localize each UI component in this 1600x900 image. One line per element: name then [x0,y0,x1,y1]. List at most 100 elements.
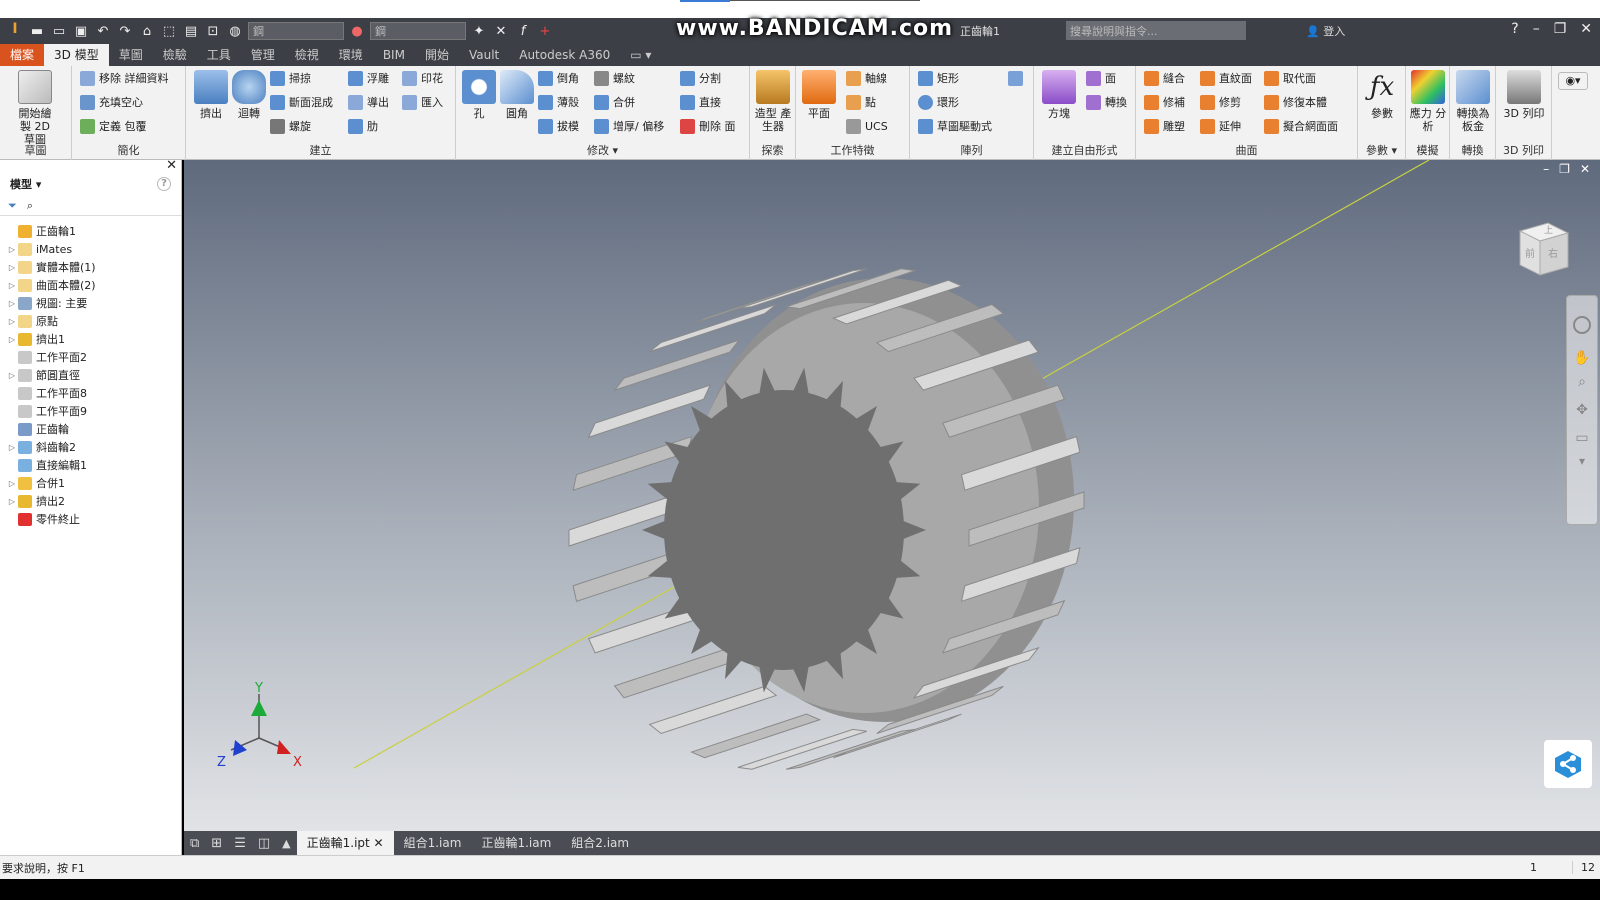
material-select[interactable]: 鋼 [248,22,344,40]
restore-icon[interactable]: ❐ [1554,21,1567,37]
orbit-icon[interactable]: ✥ [1567,402,1597,418]
select-icon[interactable]: ⬚ [160,22,178,40]
axis-button[interactable]: 軸線 [846,68,887,88]
panel-parameters-label[interactable]: 參數 ▾ [1358,142,1405,158]
expand-icon[interactable]: ▷ [6,371,18,380]
tab-3[interactable]: 檢驗 [153,44,197,66]
fit-mesh-face-button[interactable]: 擬合網面面 [1264,116,1338,136]
expand-icon[interactable]: ▷ [6,317,18,326]
tree-node[interactable]: ▷ 曲面本體(2) [6,276,181,294]
chamfer-button[interactable]: 倒角 [538,68,579,88]
expand-icon[interactable]: ▷ [6,443,18,452]
ribbon-options-icon[interactable]: ◉▾ [1558,72,1588,90]
appearance-icon[interactable]: ● [348,22,366,40]
look-at-icon[interactable]: ▭ [1567,430,1597,446]
new-icon[interactable]: ▬ [28,22,46,40]
replace-face-button[interactable]: 取代面 [1264,68,1316,88]
derive-button[interactable]: 導出 [348,92,389,112]
shape-generator-button[interactable]: 造型 產生器 [752,70,794,133]
tree-node[interactable]: ▷ 擠出1 [6,330,181,348]
split-button[interactable]: 分割 [680,68,721,88]
tree-node[interactable]: ▷ 合併1 [6,474,181,492]
emboss-button[interactable]: 浮雕 [348,68,389,88]
parameters-button[interactable]: ƒx 參數 [1361,70,1403,120]
tab-2[interactable]: 草圖 [109,44,153,66]
tree-node[interactable]: 工作平面8 [6,384,181,402]
start-2d-sketch-button[interactable]: 開始繪製 2D 草圖 [14,70,56,146]
thread-button[interactable]: 螺紋 [594,68,635,88]
appearance-select[interactable]: 鋼 [370,22,466,40]
update-icon[interactable]: ▤ [182,22,200,40]
adjust-icon[interactable]: ✦ [470,22,488,40]
save-icon[interactable]: ▣ [72,22,90,40]
redo-icon[interactable]: ↷ [116,22,134,40]
define-envelope-button[interactable]: 定義 包覆 [80,116,147,136]
steering-wheel-icon[interactable] [1573,316,1591,334]
extend-button[interactable]: 延伸 [1200,116,1241,136]
trim-button[interactable]: 修剪 [1200,92,1241,112]
draft-button[interactable]: 拔模 [538,116,579,136]
browser-help-icon[interactable]: ? [157,177,171,191]
face-button[interactable]: 面 [1086,68,1116,88]
tab-8[interactable]: BIM [373,44,415,66]
app-menu-icon[interactable]: I [6,21,24,41]
tree-node[interactable]: 工作平面2 [6,348,181,366]
tile-horizontal-icon[interactable]: ☰ [228,836,252,851]
tree-node[interactable]: ▷ 實體本體(1) [6,258,181,276]
tree-node[interactable]: 正齒輪 [6,420,181,438]
open-icon[interactable]: ▭ [50,22,68,40]
gear-model[interactable] [184,160,1600,831]
browser-close-icon[interactable]: ✕ [166,158,177,173]
doc-tab[interactable]: 組合1.iam [394,831,472,855]
viewport-close-icon[interactable]: ✕ [1580,162,1590,176]
coil-button[interactable]: 螺旋 [270,116,311,136]
nav-options-icon[interactable]: ▾ [1567,454,1597,468]
clear-icon[interactable]: ✕ [492,22,510,40]
tab-0[interactable]: 檔案 [0,44,45,66]
tree-node[interactable]: ▷ 節圓直徑 [6,366,181,384]
box-button[interactable]: 方塊 [1038,70,1080,120]
help-icon[interactable]: ? [1511,21,1518,37]
sketch-driven-pattern-button[interactable]: 草圖驅動式 [918,116,992,136]
tab-5[interactable]: 管理 [241,44,285,66]
plane-button[interactable]: 平面 [798,70,840,120]
repair-bodies-button[interactable]: 修復本體 [1264,92,1327,112]
expand-icon[interactable]: ▷ [6,497,18,506]
tab-9[interactable]: 開始 [415,44,459,66]
minimize-icon[interactable]: – [1533,21,1540,37]
cascade-icon[interactable]: ⧉ [184,836,205,851]
fill-void-button[interactable]: 充填空心 [80,92,143,112]
combine-button[interactable]: 合併 [594,92,635,112]
patch-button[interactable]: 修補 [1144,92,1185,112]
share-button[interactable] [1544,740,1592,788]
delete-face-button[interactable]: 刪除 面 [680,116,736,136]
tab-overflow-icon[interactable]: ▲ [276,837,296,850]
doc-tab-close-icon[interactable]: ✕ [370,836,384,850]
viewcube[interactable]: 上 前 右 [1508,215,1574,281]
decal-button[interactable]: 印花 [402,68,443,88]
ruled-surface-button[interactable]: 直紋面 [1200,68,1252,88]
expand-icon[interactable]: ▷ [6,479,18,488]
tab-4[interactable]: 工具 [197,44,241,66]
expand-icon[interactable]: ▷ [6,335,18,344]
find-icon[interactable]: ⌕ [27,199,33,213]
tree-node[interactable]: ▷ 視圖: 主要 [6,294,181,312]
fillet-button[interactable]: 圓角 [496,70,538,120]
tile-vertical-icon[interactable]: ◫ [252,836,276,851]
pan-icon[interactable]: ✋ [1567,350,1597,366]
search-input[interactable]: 搜尋說明與指令... [1066,21,1246,40]
undo-icon[interactable]: ↶ [94,22,112,40]
tab-7[interactable]: 環境 [329,44,373,66]
convert-button[interactable]: 轉換 [1086,92,1127,112]
thicken-offset-button[interactable]: 增厚/ 偏移 [594,116,664,136]
rib-button[interactable]: 肋 [348,116,378,136]
browser-title[interactable]: 模型 ▾ [10,176,41,192]
tree-node[interactable]: 直接編輯1 [6,456,181,474]
expand-icon[interactable]: ▷ [6,299,18,308]
globe-icon[interactable]: ◍ [226,22,244,40]
tree-node[interactable]: 零件終止 [6,510,181,528]
fx-icon[interactable]: f [514,22,532,40]
doc-tab[interactable]: 組合2.iam [561,831,639,855]
tile-icon[interactable]: ⊞ [205,836,228,851]
tree-node[interactable]: ▷ 斜齒輪2 [6,438,181,456]
